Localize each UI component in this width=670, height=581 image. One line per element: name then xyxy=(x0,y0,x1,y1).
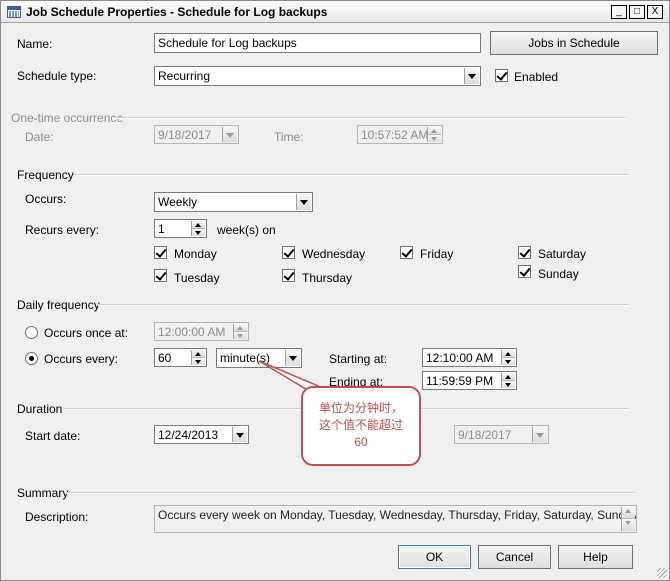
annotation-line-1: 单位为分钟时， xyxy=(318,401,403,415)
jobs-in-schedule-button[interactable]: Jobs in Schedule xyxy=(490,31,658,55)
wednesday-label: Wednesday xyxy=(302,247,366,261)
occurs-every-radio[interactable] xyxy=(25,352,38,365)
tuesday-label: Tuesday xyxy=(174,271,220,285)
minimize-button[interactable]: _ xyxy=(611,5,627,19)
occurs-once-time-spinner[interactable]: 12:00:00 AM xyxy=(154,322,249,341)
description-textbox[interactable]: Occurs every week on Monday, Tuesday, We… xyxy=(154,505,637,533)
occurs-every-spinner[interactable]: 60 xyxy=(154,348,207,367)
one-time-date-label: Date: xyxy=(25,130,54,144)
occurs-value: Weekly xyxy=(158,195,198,209)
schedule-type-value: Recurring xyxy=(158,69,211,83)
enabled-checkbox[interactable] xyxy=(495,69,508,82)
occurs-every-value: 60 xyxy=(158,351,172,365)
recurs-unit-label: week(s) on xyxy=(217,223,276,237)
enabled-label: Enabled xyxy=(514,70,559,84)
chevron-down-icon[interactable] xyxy=(464,68,479,84)
duration-header: Duration xyxy=(17,402,63,416)
daily-frequency-divider xyxy=(98,304,629,306)
occurs-label: Occurs: xyxy=(25,192,67,206)
start-date-picker[interactable]: 12/24/2013 xyxy=(154,425,249,444)
frequency-header: Frequency xyxy=(17,168,74,182)
occurs-once-time-value: 12:00:00 AM xyxy=(158,325,226,339)
one-time-time-label: Time: xyxy=(274,130,304,144)
daily-frequency-header: Daily frequency xyxy=(17,298,100,312)
calendar-dropdown-icon[interactable] xyxy=(222,127,237,142)
recurs-every-label: Recurs every: xyxy=(25,223,100,237)
spinner-icon[interactable] xyxy=(501,350,515,365)
annotation-callout: 单位为分钟时， 这个值不能超过 60 xyxy=(301,386,421,466)
friday-label: Friday xyxy=(420,247,454,261)
frequency-divider xyxy=(73,174,629,176)
recurs-every-spinner[interactable]: 1 xyxy=(154,219,207,238)
ok-button[interactable]: OK xyxy=(398,545,471,569)
starting-at-value: 12:10:00 AM xyxy=(426,351,494,365)
one-time-time-spinner[interactable]: 10:57:52 AM xyxy=(357,125,443,144)
end-date-value: 9/18/2017 xyxy=(458,428,512,442)
name-input[interactable]: Schedule for Log backups xyxy=(154,33,481,53)
spinner-icon[interactable] xyxy=(191,221,205,236)
spinner-icon[interactable] xyxy=(233,324,247,339)
resize-grip-icon[interactable] xyxy=(657,568,667,578)
friday-checkbox[interactable] xyxy=(400,246,413,259)
summary-header: Summary xyxy=(17,486,69,500)
schedule-type-select[interactable]: Recurring xyxy=(154,66,481,86)
name-input-value: Schedule for Log backups xyxy=(158,36,297,50)
description-scrollbar[interactable] xyxy=(621,507,635,531)
occurs-once-radio[interactable] xyxy=(25,326,38,339)
ending-at-spinner[interactable]: 11:59:59 PM xyxy=(422,371,517,390)
one-time-header: One-time occurrence xyxy=(11,111,124,125)
one-time-time-value: 10:57:52 AM xyxy=(361,128,429,142)
end-date-picker[interactable]: 9/18/2017 xyxy=(454,425,549,444)
recurs-every-value: 1 xyxy=(158,222,165,236)
chevron-down-icon[interactable] xyxy=(296,194,311,210)
schedule-type-label: Schedule type: xyxy=(17,69,97,83)
annotation-line-2: 这个值不能超过 xyxy=(318,418,403,432)
ending-at-value: 11:59:59 PM xyxy=(426,374,494,388)
thursday-checkbox[interactable] xyxy=(282,269,295,282)
tuesday-checkbox[interactable] xyxy=(154,269,167,282)
maximize-button[interactable]: □ xyxy=(629,5,645,19)
spinner-icon[interactable] xyxy=(191,350,205,365)
window-icon xyxy=(7,6,21,18)
one-time-date-value: 9/18/2017 xyxy=(158,128,212,142)
title-bar[interactable]: Job Schedule Properties - Schedule for L… xyxy=(1,1,669,23)
description-label: Description: xyxy=(25,510,89,524)
close-button[interactable]: X xyxy=(647,5,663,19)
annotation-line-3: 60 xyxy=(354,435,368,449)
help-button[interactable]: Help xyxy=(558,545,633,569)
occurs-once-label: Occurs once at: xyxy=(44,326,129,340)
one-time-divider xyxy=(116,117,626,119)
monday-label: Monday xyxy=(174,247,217,261)
occurs-every-label: Occurs every: xyxy=(44,352,119,366)
start-date-value: 12/24/2013 xyxy=(158,428,219,442)
occurs-select[interactable]: Weekly xyxy=(154,192,313,212)
job-schedule-dialog: Job Schedule Properties - Schedule for L… xyxy=(0,0,670,581)
calendar-dropdown-icon[interactable] xyxy=(232,427,247,442)
spinner-icon[interactable] xyxy=(427,127,441,142)
starting-at-spinner[interactable]: 12:10:00 AM xyxy=(422,348,517,367)
thursday-label: Thursday xyxy=(302,271,353,285)
summary-divider xyxy=(66,492,636,494)
saturday-label: Saturday xyxy=(538,247,587,261)
spinner-icon[interactable] xyxy=(501,373,515,388)
wednesday-checkbox[interactable] xyxy=(282,246,295,259)
start-date-label: Start date: xyxy=(25,429,81,443)
sunday-checkbox[interactable] xyxy=(518,265,531,278)
window-title: Job Schedule Properties - Schedule for L… xyxy=(26,5,328,19)
sunday-label: Sunday xyxy=(538,267,579,281)
saturday-checkbox[interactable] xyxy=(518,246,531,259)
description-value: Occurs every week on Monday, Tuesday, We… xyxy=(158,508,637,522)
one-time-date-picker[interactable]: 9/18/2017 xyxy=(154,125,239,144)
monday-checkbox[interactable] xyxy=(154,246,167,259)
cancel-button[interactable]: Cancel xyxy=(478,545,551,569)
calendar-dropdown-icon[interactable] xyxy=(532,427,547,442)
starting-at-label: Starting at: xyxy=(329,352,388,366)
name-label: Name: xyxy=(17,37,53,51)
